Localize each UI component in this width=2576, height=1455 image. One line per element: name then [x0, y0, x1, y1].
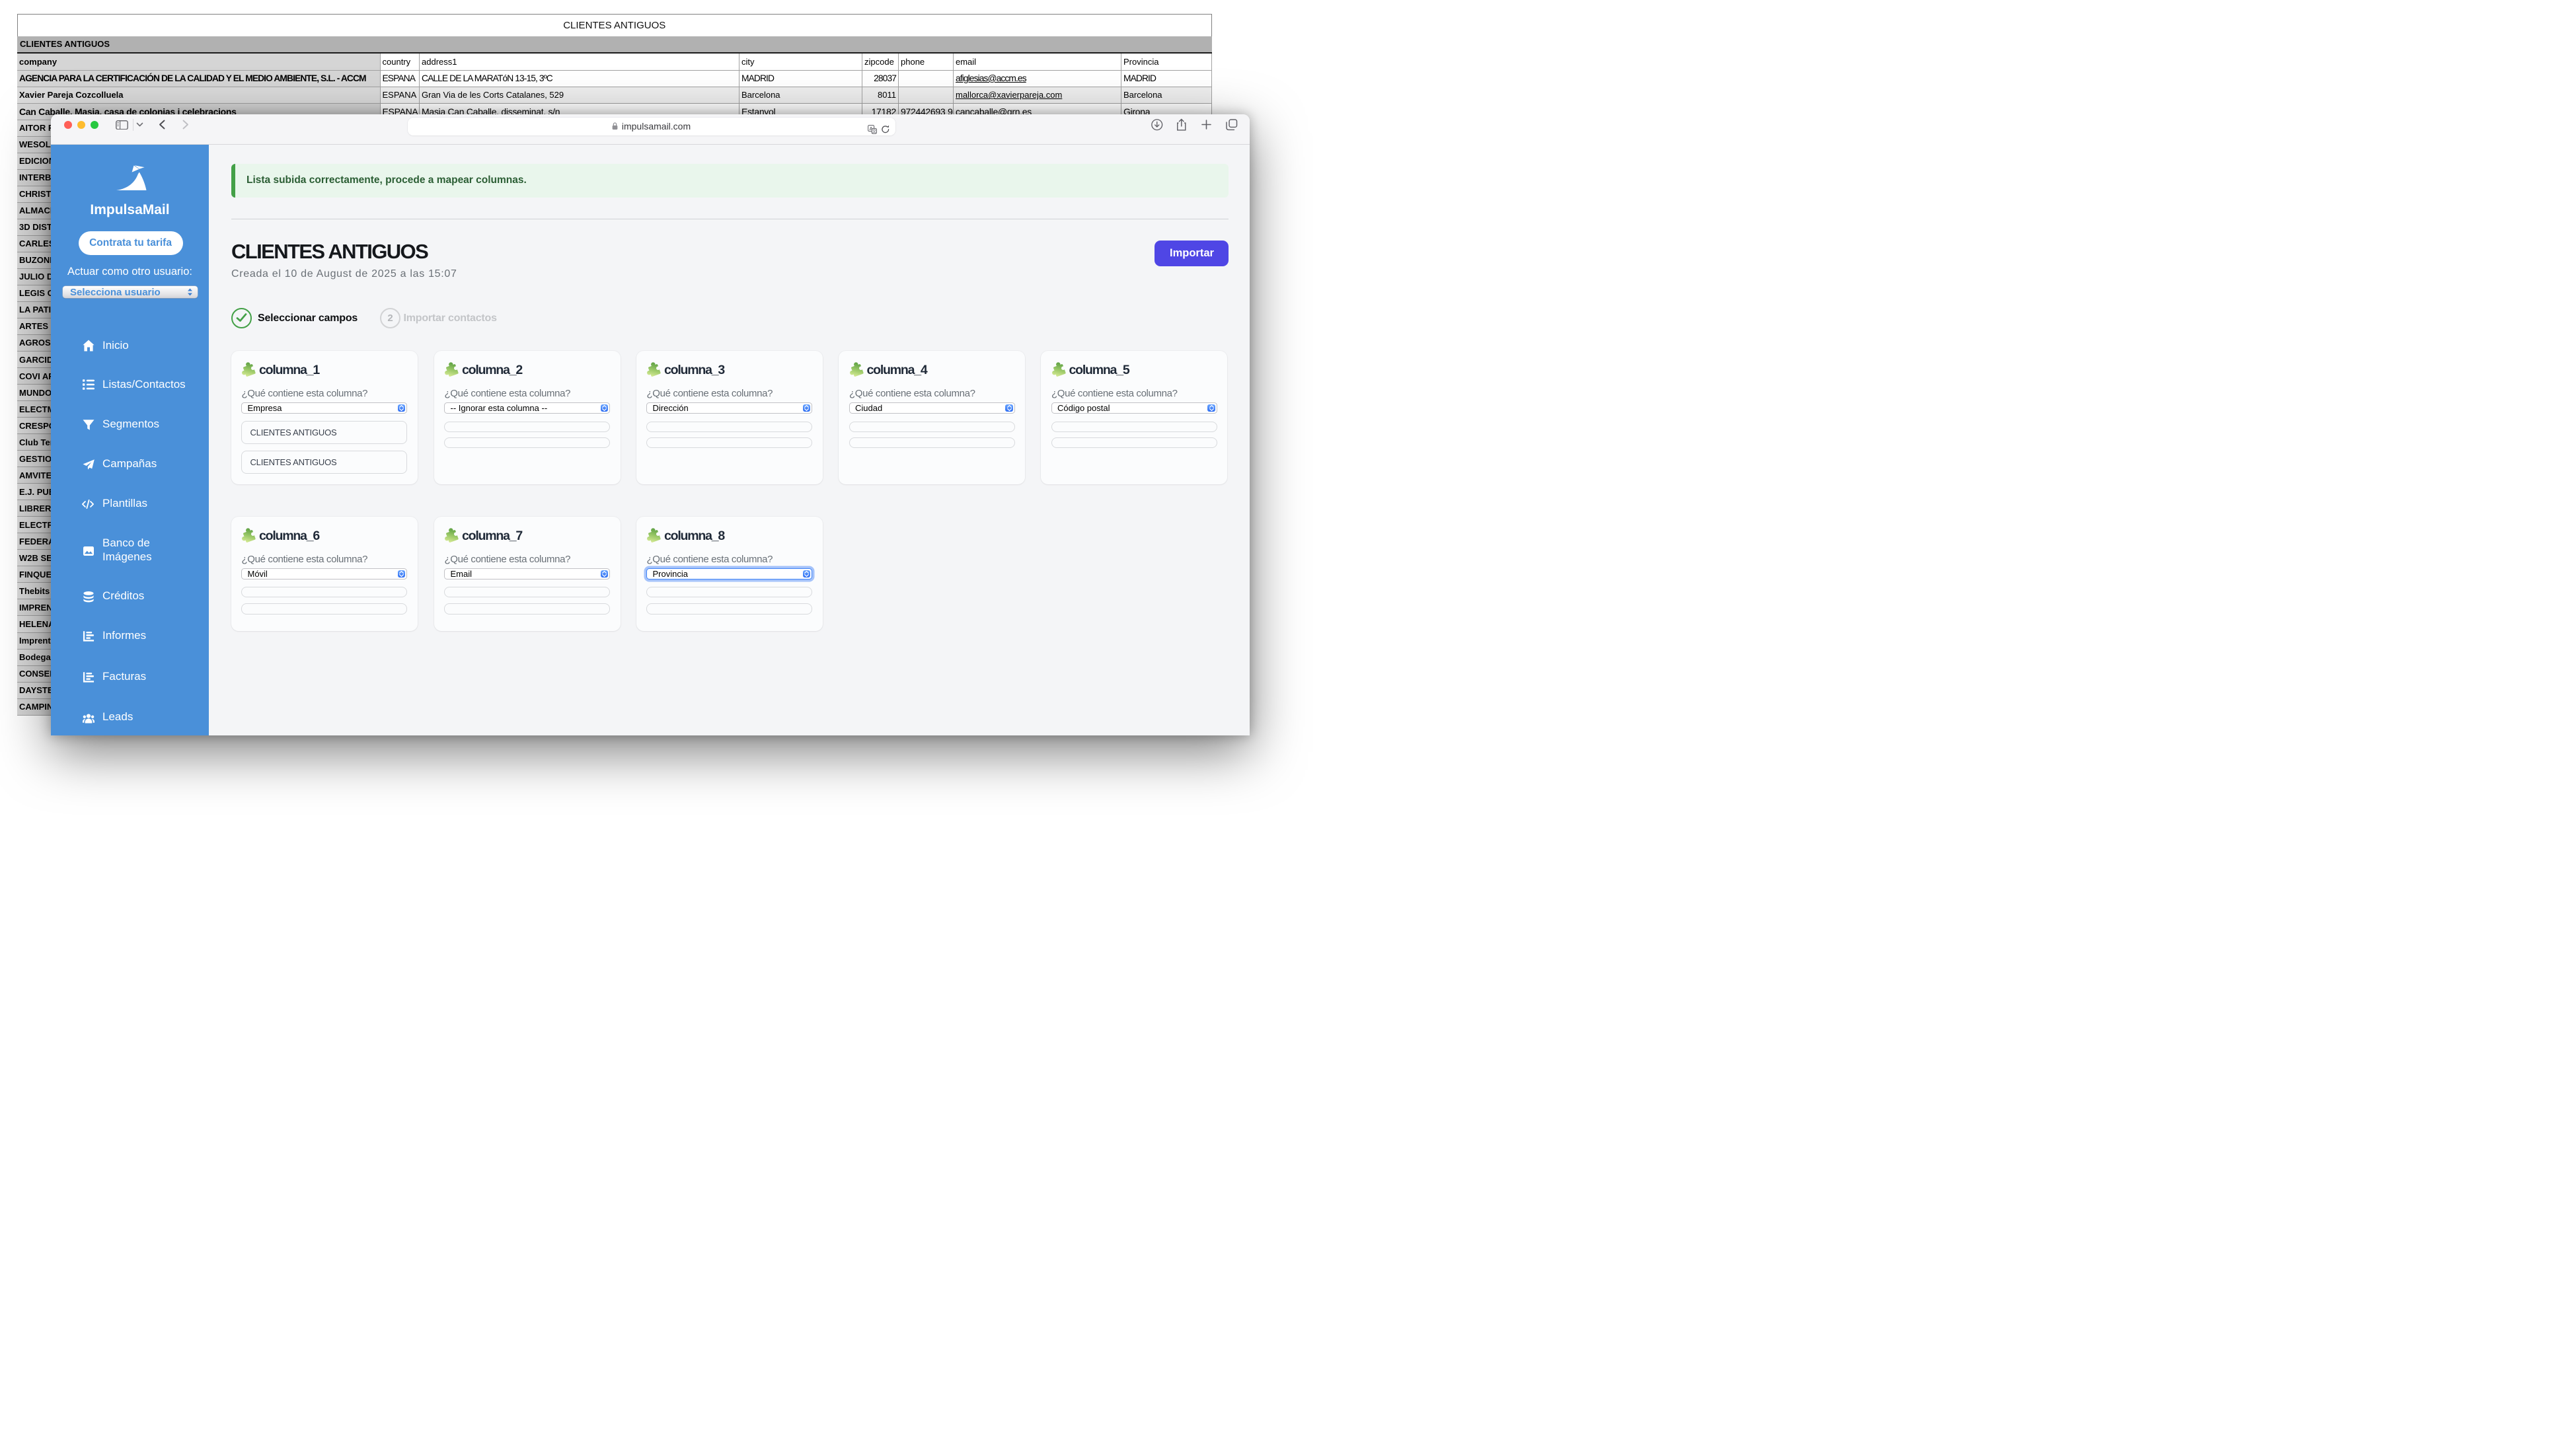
svg-text:文: 文 [872, 128, 876, 134]
